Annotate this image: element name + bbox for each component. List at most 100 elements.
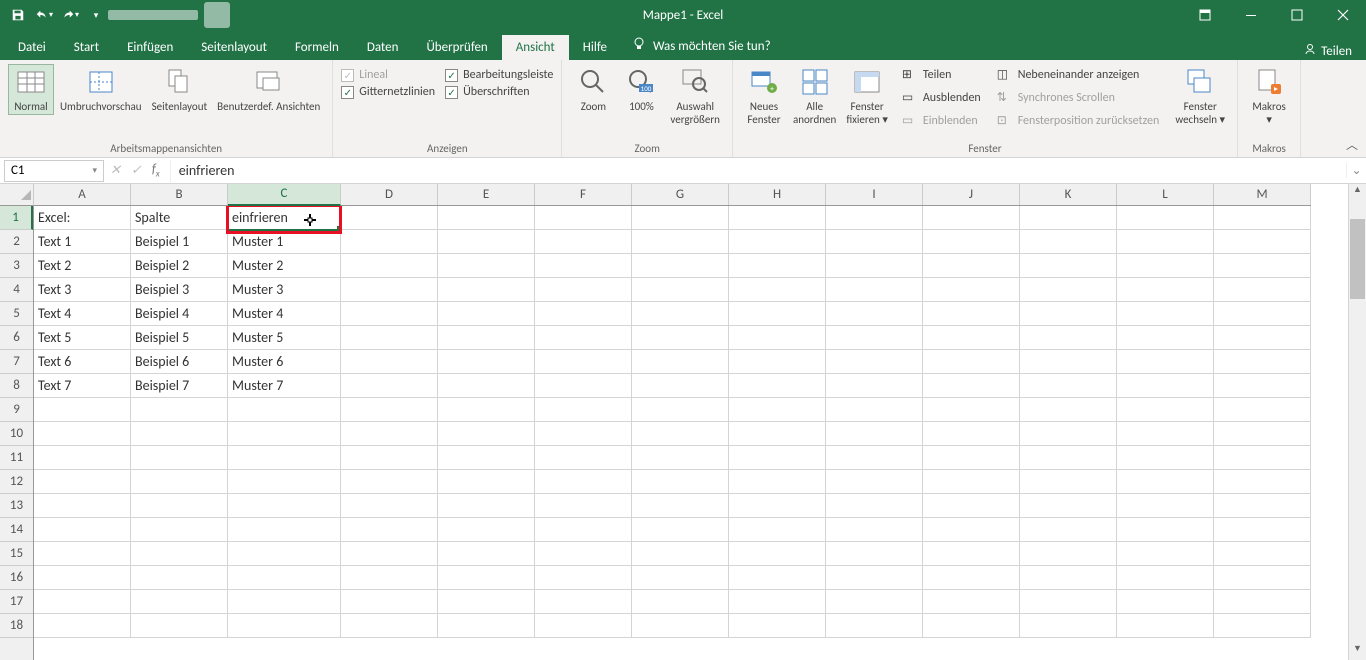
cell-I3[interactable] — [826, 254, 923, 278]
tab-hilfe[interactable]: Hilfe — [569, 35, 621, 60]
row-header-16[interactable]: 16 — [0, 566, 33, 590]
cell-K1[interactable] — [1020, 206, 1117, 230]
cell-J6[interactable] — [923, 326, 1020, 350]
cell-J1[interactable] — [923, 206, 1020, 230]
cell-I4[interactable] — [826, 278, 923, 302]
cell-B7[interactable]: Beispiel 6 — [131, 350, 228, 374]
row-header-18[interactable]: 18 — [0, 614, 33, 638]
cell-F8[interactable] — [535, 374, 632, 398]
col-header-G[interactable]: G — [632, 184, 729, 205]
cell-B18[interactable] — [131, 614, 228, 638]
tab-seitenlayout[interactable]: Seitenlayout — [187, 35, 281, 60]
cell-D1[interactable] — [341, 206, 438, 230]
cell-M16[interactable] — [1214, 566, 1311, 590]
cell-B13[interactable] — [131, 494, 228, 518]
cell-C4[interactable]: Muster 3 — [228, 278, 341, 302]
cell-C18[interactable] — [228, 614, 341, 638]
cell-K14[interactable] — [1020, 518, 1117, 542]
freeze-panes-button[interactable]: Fensterfixieren ▾ — [842, 64, 892, 128]
cell-B5[interactable]: Beispiel 4 — [131, 302, 228, 326]
col-header-I[interactable]: I — [826, 184, 923, 205]
formula-bar-checkbox[interactable]: ✓Bearbeitungsleiste — [445, 68, 553, 82]
col-header-C[interactable]: C — [228, 184, 341, 206]
cell-C8[interactable]: Muster 7 — [228, 374, 341, 398]
cell-H17[interactable] — [729, 590, 826, 614]
cell-J16[interactable] — [923, 566, 1020, 590]
cell-K3[interactable] — [1020, 254, 1117, 278]
cell-G1[interactable] — [632, 206, 729, 230]
cell-D10[interactable] — [341, 422, 438, 446]
scroll-down-button[interactable]: ▼ — [1349, 643, 1366, 660]
cell-B2[interactable]: Beispiel 1 — [131, 230, 228, 254]
cell-A11[interactable] — [34, 446, 131, 470]
cell-C6[interactable]: Muster 5 — [228, 326, 341, 350]
tab-daten[interactable]: Daten — [353, 35, 413, 60]
cell-J12[interactable] — [923, 470, 1020, 494]
cell-K8[interactable] — [1020, 374, 1117, 398]
cell-E12[interactable] — [438, 470, 535, 494]
col-header-H[interactable]: H — [729, 184, 826, 205]
cell-B6[interactable]: Beispiel 5 — [131, 326, 228, 350]
cell-J2[interactable] — [923, 230, 1020, 254]
cell-A17[interactable] — [34, 590, 131, 614]
cell-E3[interactable] — [438, 254, 535, 278]
col-header-M[interactable]: M — [1214, 184, 1311, 205]
fill-handle[interactable] — [337, 226, 341, 230]
cell-F14[interactable] — [535, 518, 632, 542]
cell-H9[interactable] — [729, 398, 826, 422]
cell-D4[interactable] — [341, 278, 438, 302]
cell-I5[interactable] — [826, 302, 923, 326]
cell-L1[interactable] — [1117, 206, 1214, 230]
macros-button[interactable]: Makros▾ — [1246, 64, 1292, 128]
cell-H15[interactable] — [729, 542, 826, 566]
cell-M17[interactable] — [1214, 590, 1311, 614]
cell-C9[interactable] — [228, 398, 341, 422]
cell-J14[interactable] — [923, 518, 1020, 542]
cell-J15[interactable] — [923, 542, 1020, 566]
cell-L16[interactable] — [1117, 566, 1214, 590]
maximize-button[interactable] — [1274, 0, 1320, 30]
cell-F12[interactable] — [535, 470, 632, 494]
cell-I17[interactable] — [826, 590, 923, 614]
cell-I2[interactable] — [826, 230, 923, 254]
gridlines-checkbox[interactable]: ✓Gitternetzlinien — [341, 85, 435, 99]
cell-D6[interactable] — [341, 326, 438, 350]
cell-C14[interactable] — [228, 518, 341, 542]
row-header-11[interactable]: 11 — [0, 446, 33, 470]
enter-formula-button[interactable]: ✓ — [131, 163, 142, 178]
zoom-100-button[interactable]: 100 100% — [618, 64, 664, 115]
cell-L18[interactable] — [1117, 614, 1214, 638]
cell-H1[interactable] — [729, 206, 826, 230]
row-header-3[interactable]: 3 — [0, 254, 33, 278]
cell-B8[interactable]: Beispiel 7 — [131, 374, 228, 398]
cell-C1[interactable]: einfrieren — [228, 206, 341, 230]
cell-C7[interactable]: Muster 6 — [228, 350, 341, 374]
cell-E15[interactable] — [438, 542, 535, 566]
cell-D11[interactable] — [341, 446, 438, 470]
cell-D12[interactable] — [341, 470, 438, 494]
scroll-thumb[interactable] — [1350, 219, 1365, 299]
cell-G9[interactable] — [632, 398, 729, 422]
cell-L15[interactable] — [1117, 542, 1214, 566]
cell-K12[interactable] — [1020, 470, 1117, 494]
cell-C10[interactable] — [228, 422, 341, 446]
cell-I16[interactable] — [826, 566, 923, 590]
cell-G12[interactable] — [632, 470, 729, 494]
cell-G16[interactable] — [632, 566, 729, 590]
cell-F4[interactable] — [535, 278, 632, 302]
qat-customize[interactable]: ▾ — [84, 3, 108, 27]
cell-K6[interactable] — [1020, 326, 1117, 350]
cell-E2[interactable] — [438, 230, 535, 254]
collapse-ribbon-button[interactable]: ︿ — [1346, 136, 1358, 153]
cell-F10[interactable] — [535, 422, 632, 446]
col-header-B[interactable]: B — [131, 184, 228, 205]
cell-L4[interactable] — [1117, 278, 1214, 302]
split-button[interactable]: ⊞Teilen — [898, 66, 985, 83]
cell-H6[interactable] — [729, 326, 826, 350]
cell-L3[interactable] — [1117, 254, 1214, 278]
tab-ansicht[interactable]: Ansicht — [502, 35, 569, 60]
cell-B17[interactable] — [131, 590, 228, 614]
cell-L17[interactable] — [1117, 590, 1214, 614]
cell-K4[interactable] — [1020, 278, 1117, 302]
cell-E10[interactable] — [438, 422, 535, 446]
